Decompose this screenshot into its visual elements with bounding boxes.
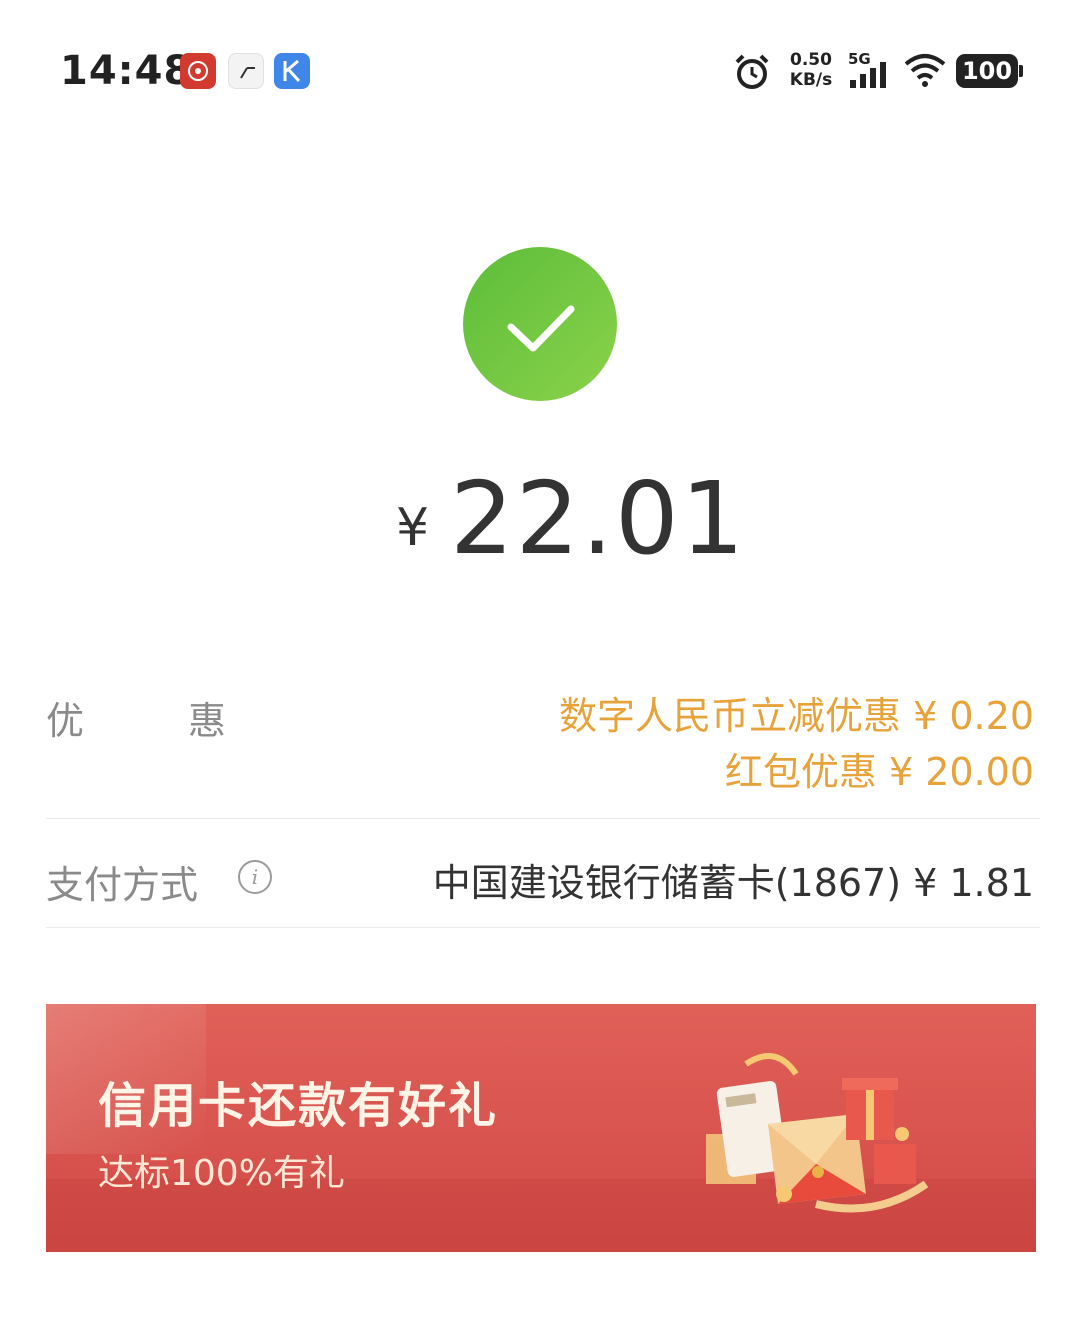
- net-speed-indicator: 0.50 KB/s: [786, 50, 836, 90]
- status-bar: 14:48 0.50 KB/s 5G 100: [0, 0, 1080, 140]
- network-type: 5G: [848, 50, 871, 68]
- clock-app-icon: [228, 53, 264, 89]
- divider: [46, 927, 1040, 928]
- credit-card-promo-banner[interactable]: 信用卡还款有好礼 达标100%有礼: [46, 1004, 1036, 1252]
- amount-value: 22.01: [450, 460, 747, 577]
- payment-amount: ¥ 22.01: [0, 460, 1080, 577]
- net-speed-value: 0.50: [790, 50, 832, 70]
- pay-method-label: 支付方式: [46, 863, 199, 907]
- gift-illustration-icon: [706, 1044, 946, 1224]
- discount-values: 数字人民币立减优惠 ¥ 0.20 红包优惠 ¥ 20.00: [559, 688, 1034, 800]
- red-packet-discount: 红包优惠 ¥ 20.00: [724, 750, 1034, 794]
- discount-label-char-1: 优: [46, 699, 85, 743]
- k-app-icon: [274, 53, 310, 89]
- pay-method-value: 中国建设银行储蓄卡(1867) ¥ 1.81: [432, 861, 1034, 905]
- app-notification-icon: [180, 53, 216, 89]
- alarm-icon: [732, 52, 772, 92]
- wifi-icon: [902, 52, 948, 90]
- discount-label-char-2: 惠: [187, 699, 226, 743]
- digital-rmb-discount: 数字人民币立减优惠 ¥ 0.20: [559, 694, 1034, 738]
- currency-symbol: ¥: [396, 498, 430, 558]
- battery-icon: 100: [956, 54, 1023, 88]
- net-speed-unit: KB/s: [789, 70, 833, 90]
- status-time: 14:48: [60, 48, 193, 94]
- banner-title: 信用卡还款有好礼: [98, 1078, 499, 1134]
- discount-label: 优 惠: [46, 690, 226, 745]
- success-check-icon: [463, 247, 617, 401]
- divider: [46, 818, 1040, 819]
- signal-icon: 5G: [848, 50, 894, 92]
- banner-subtitle: 达标100%有礼: [98, 1153, 345, 1194]
- info-icon[interactable]: i: [238, 860, 272, 894]
